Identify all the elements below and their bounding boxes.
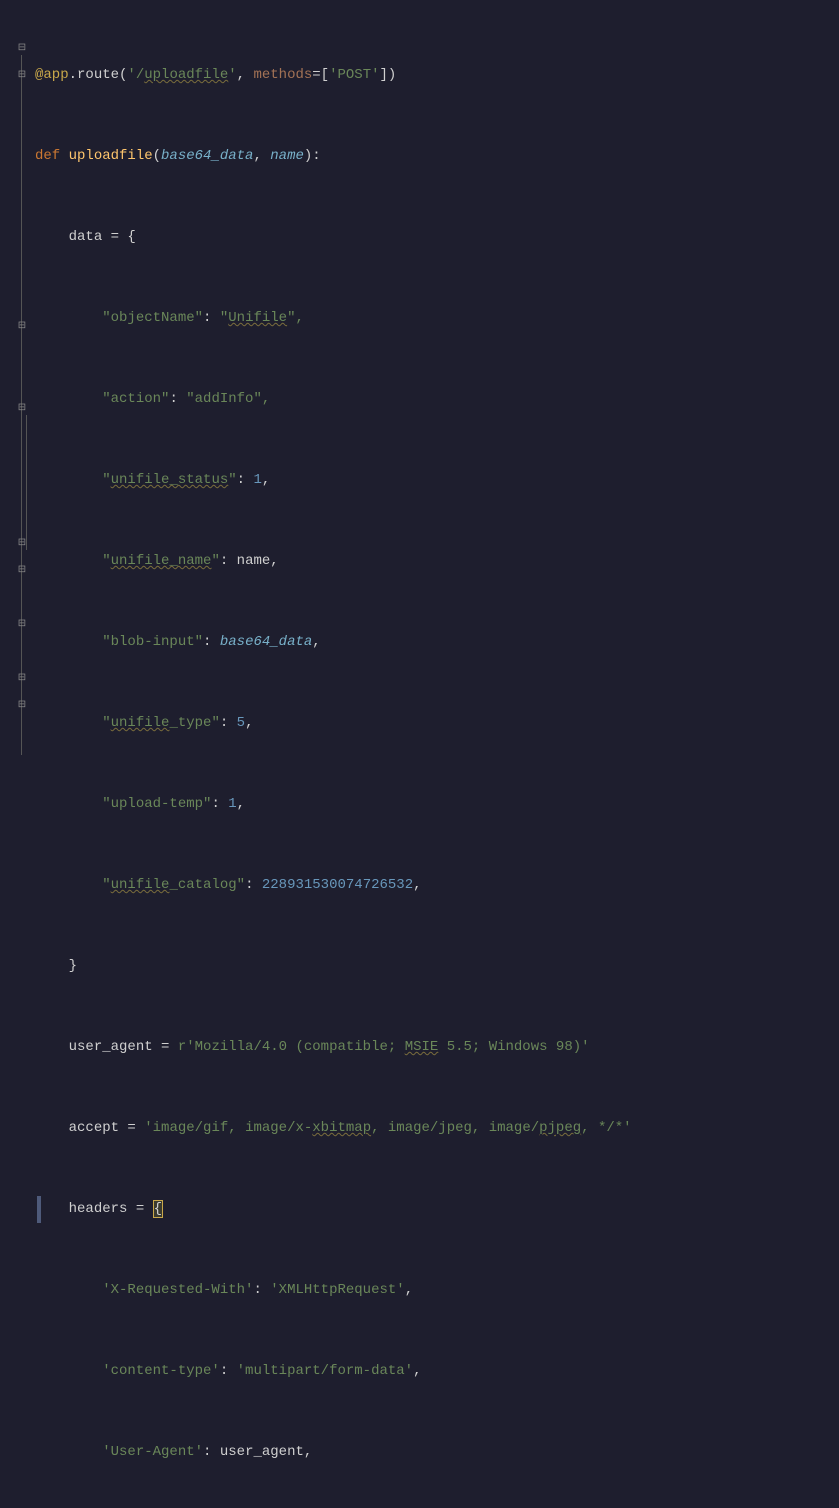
fold-icon[interactable]: ⊟	[16, 565, 28, 577]
brace-open: {	[153, 1200, 163, 1218]
code-editor[interactable]: ⊟ ⊟ ⊟ ⊟ ⊟ ⊟ ⊟ ⊟ ⊟ @app.route('/uploadfil…	[0, 0, 839, 754]
gutter: ⊟ ⊟ ⊟ ⊟ ⊟ ⊟ ⊟ ⊟ ⊟	[0, 8, 35, 754]
fold-icon[interactable]: ⊟	[16, 321, 28, 333]
code-line[interactable]: def uploadfile(base64_data, name):	[35, 143, 839, 170]
code-line[interactable]: "blob-input": base64_data,	[35, 629, 839, 656]
code-line[interactable]: "unifile_type": 5,	[35, 710, 839, 737]
fold-icon[interactable]: ⊟	[16, 403, 28, 415]
code-line[interactable]: "unifile_status": 1,	[35, 467, 839, 494]
code-line[interactable]: headers = {	[35, 1196, 839, 1223]
code-line[interactable]: 'X-Requested-With': 'XMLHttpRequest',	[35, 1277, 839, 1304]
code-line[interactable]: 'content-type': 'multipart/form-data',	[35, 1358, 839, 1385]
code-line[interactable]: "unifile_catalog": 228931530074726532,	[35, 872, 839, 899]
change-marker	[37, 1196, 41, 1223]
code-area[interactable]: @app.route('/uploadfile', methods=['POST…	[35, 8, 839, 754]
fold-icon[interactable]: ⊟	[16, 43, 28, 55]
code-line[interactable]: "unifile_name": name,	[35, 548, 839, 575]
fold-icon[interactable]: ⊟	[16, 538, 28, 550]
fold-icon[interactable]: ⊟	[16, 673, 28, 685]
code-line[interactable]: 'User-Agent': user_agent,	[35, 1439, 839, 1466]
code-line[interactable]: accept = 'image/gif, image/x-xbitmap, im…	[35, 1115, 839, 1142]
code-line[interactable]: data = {	[35, 224, 839, 251]
code-line[interactable]: }	[35, 953, 839, 980]
code-line[interactable]: @app.route('/uploadfile', methods=['POST…	[35, 62, 839, 89]
fold-icon[interactable]: ⊟	[16, 700, 28, 712]
code-line[interactable]: "objectName": "Unifile",	[35, 305, 839, 332]
fold-icon[interactable]: ⊟	[16, 70, 28, 82]
code-line[interactable]: "upload-temp": 1,	[35, 791, 839, 818]
code-line[interactable]: "action": "addInfo",	[35, 386, 839, 413]
fold-icon[interactable]: ⊟	[16, 619, 28, 631]
code-line[interactable]: user_agent = r'Mozilla/4.0 (compatible; …	[35, 1034, 839, 1061]
